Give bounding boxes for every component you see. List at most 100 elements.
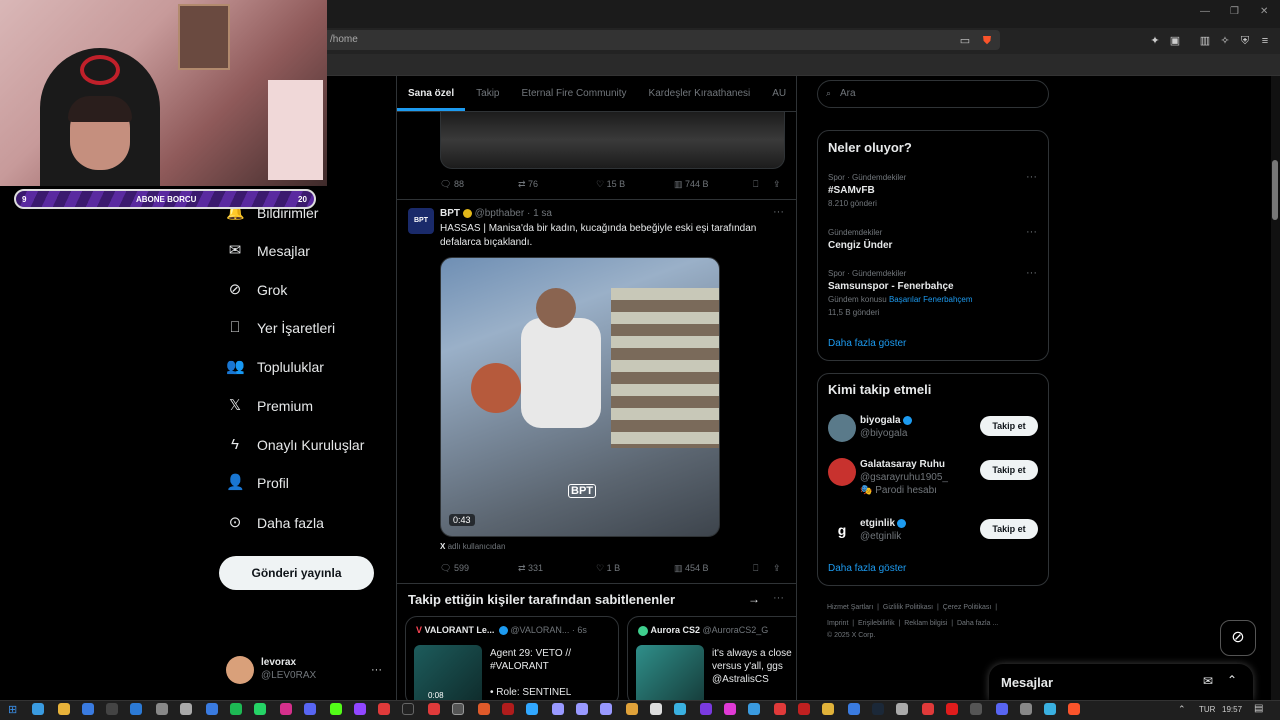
like-button[interactable]: ♡ 1 B xyxy=(596,563,620,574)
grok-float-button[interactable]: ⊘ xyxy=(1220,620,1256,656)
views-button[interactable]: ▥ 454 B xyxy=(674,563,709,574)
like-button[interactable]: ♡ 15 B xyxy=(596,179,625,190)
trend-more-icon[interactable]: ··· xyxy=(1026,171,1037,183)
taskbar-app-icon[interactable] xyxy=(230,703,242,715)
taskbar-app-icon[interactable] xyxy=(872,703,884,715)
chevron-up-icon[interactable]: ⌃ xyxy=(1227,673,1237,687)
taskbar-app-icon[interactable] xyxy=(700,703,712,715)
bookmark-button[interactable]: ⎕ xyxy=(753,563,758,574)
tweet-media[interactable] xyxy=(440,112,785,169)
taskbar-app-icon[interactable] xyxy=(1068,703,1080,715)
taskbar-app-icon[interactable] xyxy=(478,703,490,715)
footer-link[interactable]: Daha fazla ... xyxy=(957,620,998,627)
share-button[interactable]: ⇪ xyxy=(773,563,781,574)
nav-verified-orgs[interactable]: ϟ Onaylı Kuruluşlar xyxy=(226,429,364,461)
taskbar-app-icon[interactable] xyxy=(526,703,538,715)
taskbar-app-icon[interactable] xyxy=(552,703,564,715)
footer-link[interactable]: Çerez Politikası xyxy=(943,604,992,611)
footer-link[interactable]: Hizmet Şartları xyxy=(827,604,873,611)
footer-link[interactable]: Gizlilik Politikası xyxy=(883,604,933,611)
pinned-card[interactable]: V VALORANT Le... @VALORAN... · 6s 0:08 A… xyxy=(405,616,619,706)
address-bar[interactable]: /home xyxy=(300,30,1000,50)
trend-item[interactable]: Spor · Gündemdekiler Samsunspor - Fenerb… xyxy=(828,267,973,319)
footer-link[interactable]: Reklam bilgisi xyxy=(904,620,947,627)
tab-for-you[interactable]: Sana özel xyxy=(397,80,466,111)
pinned-card-thumbnail[interactable] xyxy=(636,645,704,705)
taskbar-language[interactable]: TUR xyxy=(1199,705,1215,714)
taskbar-app-icon[interactable] xyxy=(626,703,638,715)
tab-following[interactable]: Takip xyxy=(465,80,510,111)
search-input[interactable]: Ara xyxy=(817,80,1049,108)
suggested-user[interactable]: biyogala @biyogala xyxy=(860,414,912,440)
follow-show-more[interactable]: Daha fazla göster xyxy=(828,563,906,574)
leo-ai-icon[interactable]: ✧ xyxy=(1218,34,1232,48)
trend-item[interactable]: Spor · Gündemdekiler #SAMvFB 8.210 gönde… xyxy=(828,171,906,210)
taskbar-app-icon[interactable] xyxy=(822,703,834,715)
taskbar-app-icon[interactable] xyxy=(798,703,810,715)
taskbar-app-icon[interactable] xyxy=(674,703,686,715)
menu-icon[interactable]: ≡ xyxy=(1258,34,1272,48)
nav-grok[interactable]: ⊘ Grok xyxy=(226,274,288,306)
tweet-author-name[interactable]: BPT xyxy=(440,208,460,219)
taskbar-app-icon[interactable] xyxy=(82,703,94,715)
arrow-right-icon[interactable]: → xyxy=(748,592,760,606)
taskbar-app-icon[interactable] xyxy=(896,703,908,715)
suggested-user[interactable]: Galatasaray Ruhu @gsarayruhu1905_ 🎭 Paro… xyxy=(860,458,948,497)
trend-more-icon[interactable]: ··· xyxy=(1026,226,1037,238)
sidebar-icon[interactable]: ▥ xyxy=(1198,34,1212,48)
taskbar-app-icon[interactable] xyxy=(32,703,44,715)
footer-link[interactable]: Imprint xyxy=(827,620,848,627)
avatar[interactable]: g xyxy=(828,517,856,545)
nav-more[interactable]: ⊙ Daha fazla xyxy=(226,507,324,539)
extensions-icon[interactable]: ✦ xyxy=(1148,34,1162,48)
tab-au[interactable]: AU xyxy=(761,80,797,111)
vpn-icon[interactable]: ⛨ xyxy=(1238,34,1252,48)
avatar[interactable] xyxy=(226,656,254,684)
taskbar-app-icon[interactable] xyxy=(106,703,118,715)
scrollbar-thumb[interactable] xyxy=(1272,160,1278,220)
tab-kardesler[interactable]: Kardeşler Kıraathanesi xyxy=(638,80,762,111)
nav-communities[interactable]: 👥 Topluluklar xyxy=(226,351,324,383)
taskbar-app-icon[interactable] xyxy=(206,703,218,715)
screenshot-icon[interactable]: ▣ xyxy=(1168,34,1182,48)
new-message-icon[interactable]: ✉ xyxy=(1203,674,1213,688)
post-button[interactable]: Gönderi yayınla xyxy=(219,556,374,590)
taskbar-app-icon[interactable] xyxy=(502,703,514,715)
taskbar-app-icon[interactable] xyxy=(428,703,440,715)
trend-topic-link[interactable]: Başarılar Fenerbahçem xyxy=(889,295,973,304)
close-window-icon[interactable]: ✕ xyxy=(1260,6,1268,17)
nav-bookmarks[interactable]: ⎕ Yer İşaretleri xyxy=(226,312,335,344)
avatar[interactable] xyxy=(828,458,856,486)
taskbar-app-icon[interactable] xyxy=(922,703,934,715)
taskbar-app-icon[interactable] xyxy=(330,703,342,715)
tweet-video[interactable]: BPT 0:43 xyxy=(440,257,720,537)
nav-messages[interactable]: ✉ Mesajlar xyxy=(226,235,310,267)
taskbar-app-icon[interactable] xyxy=(970,703,982,715)
follow-button[interactable]: Takip et xyxy=(980,416,1038,436)
taskbar-app-icon[interactable] xyxy=(946,703,958,715)
taskbar-app-icon[interactable] xyxy=(600,703,612,715)
reply-button[interactable]: 🗨 599 xyxy=(440,563,469,574)
follow-button[interactable]: Takip et xyxy=(980,460,1038,480)
share-button[interactable]: ⇪ xyxy=(773,179,781,190)
messages-dock[interactable]: Mesajlar ✉ ⌃ xyxy=(989,664,1253,700)
taskbar-app-icon[interactable] xyxy=(774,703,786,715)
brave-shield-icon[interactable]: ⛊ xyxy=(980,34,994,48)
pinned-card-name[interactable]: Aurora CS2 xyxy=(651,625,701,635)
pinned-card-name[interactable]: VALORANT Le... xyxy=(425,625,495,635)
pinned-more-icon[interactable]: ··· xyxy=(773,592,784,604)
account-more-icon[interactable]: ··· xyxy=(371,664,382,676)
avatar[interactable] xyxy=(828,414,856,442)
taskbar-app-icon[interactable] xyxy=(304,703,316,715)
taskbar-app-icon[interactable] xyxy=(724,703,736,715)
taskbar-app-icon[interactable] xyxy=(996,703,1008,715)
repost-button[interactable]: ⇄ 76 xyxy=(518,179,538,190)
taskbar-app-icon[interactable] xyxy=(58,703,70,715)
trends-show-more[interactable]: Daha fazla göster xyxy=(828,338,906,349)
taskbar-app-icon[interactable] xyxy=(1044,703,1056,715)
trend-item[interactable]: Gündemdekiler Cengiz Ünder xyxy=(828,226,892,252)
nav-premium[interactable]: 𝕏 Premium xyxy=(226,390,313,422)
cast-icon[interactable]: ▭ xyxy=(958,34,972,48)
taskbar-app-icon[interactable] xyxy=(130,703,142,715)
tweet-more-icon[interactable]: ··· xyxy=(773,206,784,218)
